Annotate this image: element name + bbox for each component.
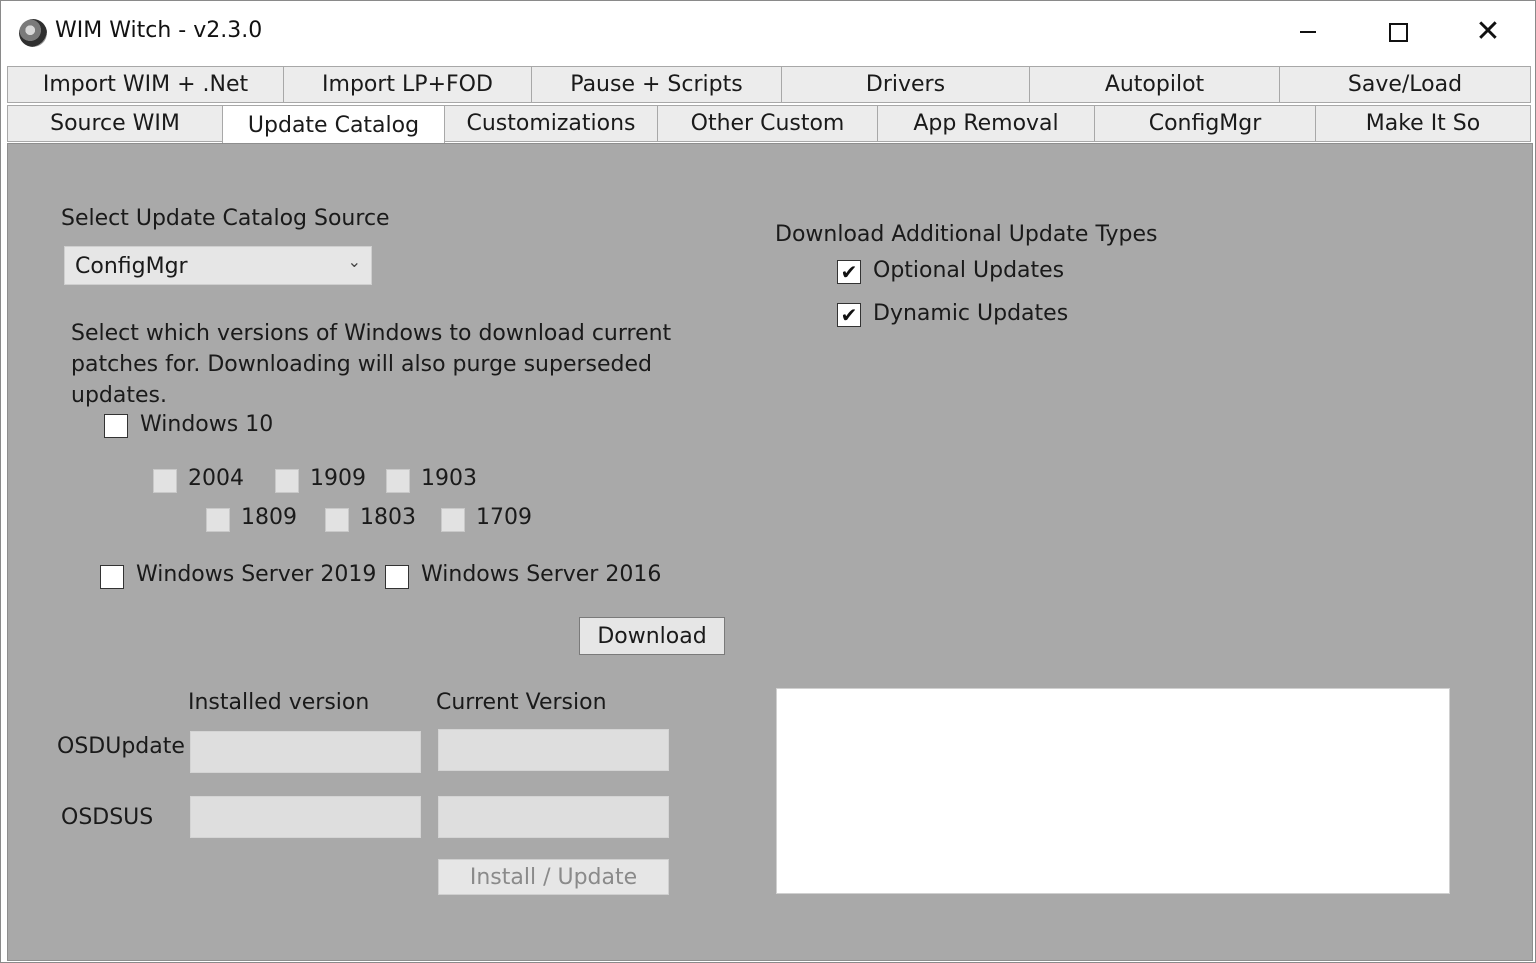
- version-1709-label: 1709: [476, 505, 532, 530]
- version-1709-checkbox[interactable]: [441, 508, 465, 532]
- osdupdate-current-field: [438, 729, 669, 771]
- title-bar: WIM Witch - v2.3.0 ✕: [1, 1, 1535, 63]
- minimize-button[interactable]: [1265, 7, 1351, 57]
- version-1909-checkbox[interactable]: [275, 469, 299, 493]
- tab-configmgr[interactable]: ConfigMgr: [1094, 105, 1316, 142]
- close-button[interactable]: ✕: [1445, 7, 1531, 57]
- dynamic-updates-checkbox[interactable]: ✔: [837, 303, 861, 327]
- osdsus-installed-field: [190, 796, 421, 838]
- windows10-checkbox[interactable]: [104, 414, 128, 438]
- version-1803-label: 1803: [360, 505, 416, 530]
- update-catalog-panel: Select Update Catalog Source ConfigMgr ⌄…: [7, 143, 1533, 961]
- version-2004-label: 2004: [188, 466, 244, 491]
- additional-updates-heading: Download Additional Update Types: [775, 222, 1158, 247]
- optional-updates-checkbox[interactable]: ✔: [837, 260, 861, 284]
- catalog-source-label: Select Update Catalog Source: [61, 206, 390, 231]
- server2016-label: Windows Server 2016: [421, 562, 662, 587]
- dynamic-updates-label: Dynamic Updates: [873, 301, 1069, 326]
- tab-update-catalog[interactable]: Update Catalog: [222, 105, 445, 145]
- osdsus-current-field: [438, 796, 669, 838]
- catalog-source-dropdown[interactable]: ConfigMgr ⌄: [64, 246, 372, 285]
- maximize-icon: [1388, 22, 1408, 42]
- version-1809-checkbox[interactable]: [206, 508, 230, 532]
- tab-drivers[interactable]: Drivers: [781, 66, 1030, 103]
- minimize-icon: [1300, 31, 1316, 33]
- osdsus-label: OSDSUS: [61, 805, 154, 830]
- maximize-button[interactable]: [1355, 7, 1441, 57]
- version-1903-label: 1903: [421, 466, 477, 491]
- tab-row-1: Import WIM + .Net Import LP+FOD Pause + …: [7, 66, 1531, 104]
- server2019-checkbox[interactable]: [100, 565, 124, 589]
- log-output-box[interactable]: [776, 688, 1450, 894]
- catalog-source-value: ConfigMgr: [75, 254, 188, 279]
- app-logo-icon: [19, 19, 47, 47]
- installed-version-header: Installed version: [188, 690, 370, 715]
- server2019-label: Windows Server 2019: [136, 562, 377, 587]
- version-1909-label: 1909: [310, 466, 366, 491]
- current-version-header: Current Version: [436, 690, 607, 715]
- server2016-checkbox[interactable]: [385, 565, 409, 589]
- version-1903-checkbox[interactable]: [386, 469, 410, 493]
- tab-import-wim-net[interactable]: Import WIM + .Net: [7, 66, 284, 103]
- version-2004-checkbox[interactable]: [153, 469, 177, 493]
- tab-row-2: Source WIM Update Catalog Customizations…: [7, 105, 1531, 145]
- optional-updates-label: Optional Updates: [873, 258, 1065, 283]
- version-1809-label: 1809: [241, 505, 297, 530]
- osdupdate-label: OSDUpdate: [57, 734, 185, 759]
- tab-pause-scripts[interactable]: Pause + Scripts: [531, 66, 782, 103]
- tab-autopilot[interactable]: Autopilot: [1029, 66, 1280, 103]
- tab-source-wim[interactable]: Source WIM: [7, 105, 223, 142]
- window-title: WIM Witch - v2.3.0: [55, 18, 263, 43]
- osdupdate-installed-field: [190, 731, 421, 773]
- install-update-button[interactable]: Install / Update: [438, 859, 669, 895]
- tab-make-it-so[interactable]: Make It So: [1315, 105, 1531, 142]
- close-icon: ✕: [1475, 14, 1501, 49]
- app-window: WIM Witch - v2.3.0 ✕ Import WIM + .Net I…: [0, 0, 1536, 963]
- tab-save-load[interactable]: Save/Load: [1279, 66, 1531, 103]
- tab-import-lp-fod[interactable]: Import LP+FOD: [283, 66, 532, 103]
- download-button[interactable]: Download: [579, 617, 725, 655]
- chevron-down-icon: ⌄: [347, 252, 361, 271]
- catalog-instructions: Select which versions of Windows to down…: [71, 321, 672, 408]
- tab-app-removal[interactable]: App Removal: [877, 105, 1095, 142]
- windows10-label: Windows 10: [140, 412, 274, 437]
- version-1803-checkbox[interactable]: [325, 508, 349, 532]
- tab-customizations[interactable]: Customizations: [444, 105, 658, 142]
- tab-other-custom[interactable]: Other Custom: [657, 105, 878, 142]
